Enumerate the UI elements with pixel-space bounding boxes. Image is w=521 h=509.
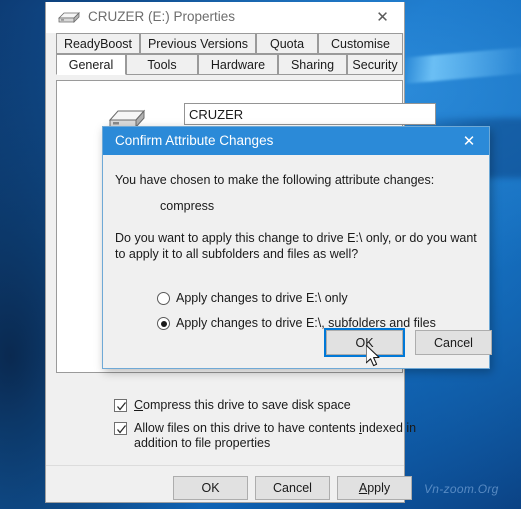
dialog-titlebar: Confirm Attribute Changes ✕ [103, 127, 489, 155]
tab-customise[interactable]: Customise [318, 33, 403, 54]
accel-char: C [134, 398, 144, 412]
attribute-name: compress [160, 199, 215, 213]
accel-char: A [358, 481, 368, 495]
tab-label: Customise [330, 36, 391, 51]
checkbox-index-contents[interactable]: Allow files on this drive to have conten… [114, 421, 424, 451]
volume-label-input[interactable]: CRUZER [184, 103, 436, 125]
close-icon[interactable]: ✕ [361, 2, 404, 31]
dialog-title: Confirm Attribute Changes [115, 133, 274, 148]
checkbox-label-text: ompress this drive to save disk space [143, 398, 351, 412]
tab-label: ReadyBoost [63, 36, 133, 51]
radio-icon[interactable] [157, 292, 170, 305]
checkbox-label: Compress this drive to save disk space [134, 398, 434, 413]
radio-selected-dot-icon [160, 320, 167, 327]
properties-window-title: CRUZER (E:) Properties [88, 9, 236, 24]
radio-apply-subfolders-files[interactable]: Apply changes to drive E:\, subfolders a… [157, 316, 436, 331]
checkbox-icon[interactable] [114, 399, 127, 412]
divider [46, 465, 404, 466]
tab-row-bottom: General Tools Hardware Sharing Security [56, 54, 403, 75]
dialog-ok-button[interactable]: OK [324, 328, 405, 357]
tab-label: General [68, 57, 114, 72]
checkbox-label: Allow files on this drive to have conten… [134, 421, 424, 451]
tab-sharing[interactable]: Sharing [278, 54, 347, 75]
checkbox-compress-drive[interactable]: Compress this drive to save disk space [114, 398, 434, 413]
radio-label: Apply changes to drive E:\, subfolders a… [176, 316, 436, 330]
tab-label: Previous Versions [147, 36, 249, 51]
tab-label: Sharing [290, 57, 335, 72]
tab-general[interactable]: General [56, 54, 126, 75]
dialog-cancel-button[interactable]: Cancel [415, 330, 492, 355]
tab-label: Quota [269, 36, 305, 51]
confirm-attribute-changes-dialog: Confirm Attribute Changes ✕ You have cho… [102, 126, 492, 369]
mouse-cursor-icon [366, 345, 380, 367]
tab-label: Tools [147, 57, 177, 72]
tab-previous-versions[interactable]: Previous Versions [140, 33, 256, 54]
radio-apply-drive-only[interactable]: Apply changes to drive E:\ only [157, 291, 348, 306]
drive-icon [58, 12, 80, 23]
tab-hardware[interactable]: Hardware [198, 54, 278, 75]
tab-label: Hardware [210, 57, 266, 72]
watermark-text: Vn-zoom.Org [424, 482, 499, 496]
tab-strip: ReadyBoost Previous Versions Quota Customis… [56, 33, 403, 81]
dialog-body: You have chosen to make the following at… [103, 155, 492, 369]
wallpaper-highlight-icon [404, 46, 521, 84]
apply-button-text: pply [367, 481, 391, 495]
tab-tools[interactable]: Tools [126, 54, 198, 75]
dialog-intro-text: You have chosen to make the following at… [115, 173, 435, 187]
dialog-question-text: Do you want to apply this change to driv… [115, 231, 477, 261]
tab-row-top: ReadyBoost Previous Versions Quota Customis… [56, 33, 403, 54]
tab-quota[interactable]: Quota [256, 33, 318, 54]
checkbox-icon[interactable] [114, 422, 127, 435]
ok-button[interactable]: OK [173, 476, 248, 500]
tab-label: Security [352, 57, 398, 72]
checkbox-label-pre: Allow files on this drive to have conten… [134, 421, 360, 435]
close-icon[interactable]: ✕ [449, 127, 489, 155]
tab-readyboost[interactable]: ReadyBoost [56, 33, 140, 54]
properties-titlebar: CRUZER (E:) Properties ✕ [46, 2, 404, 33]
apply-button[interactable]: Apply [337, 476, 412, 500]
tab-security[interactable]: Security [347, 54, 403, 75]
radio-label: Apply changes to drive E:\ only [176, 291, 348, 305]
cancel-button[interactable]: Cancel [255, 476, 330, 500]
radio-icon[interactable] [157, 317, 170, 330]
